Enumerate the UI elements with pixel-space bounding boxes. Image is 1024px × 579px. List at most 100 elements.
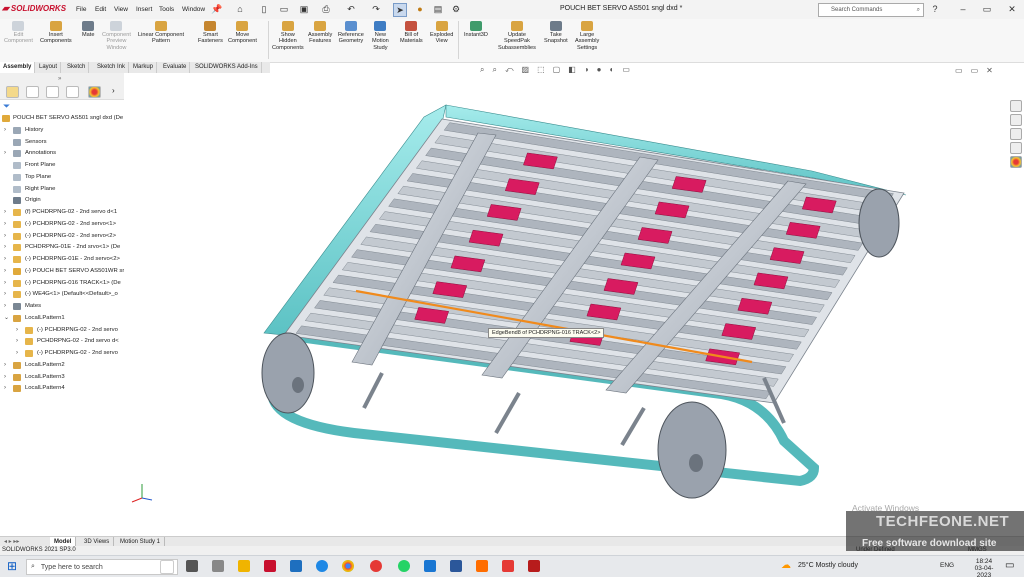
media-icon[interactable]: [476, 560, 488, 572]
expand-chevron-icon[interactable]: ›: [4, 360, 6, 371]
task-view-icon[interactable]: [186, 560, 198, 572]
display-manager-tab-icon[interactable]: [88, 86, 101, 98]
expand-chevron-icon[interactable]: ›: [4, 207, 6, 218]
filter-icon[interactable]: ⏷: [3, 101, 10, 112]
command-insert-components[interactable]: Insert Components: [40, 21, 72, 45]
conveyor-model-view[interactable]: [124, 73, 1024, 536]
menu-insert[interactable]: Insert: [136, 6, 152, 13]
cortana-icon[interactable]: [160, 560, 174, 574]
tab-solidworks-add-ins[interactable]: SOLIDWORKS Add-Ins: [192, 62, 262, 73]
weather-icon[interactable]: ☁: [781, 560, 791, 571]
apply-scene-icon[interactable]: ◐: [609, 65, 614, 77]
tab-sketch[interactable]: Sketch: [64, 62, 90, 73]
edit-appearance-icon[interactable]: ●: [597, 65, 602, 77]
view-palette-icon[interactable]: [1010, 142, 1022, 154]
open-folder-icon[interactable]: ▭: [278, 3, 290, 15]
command-exploded-view[interactable]: Exploded View: [430, 21, 453, 45]
tree-item[interactable]: ⌄ LocalLPattern1: [0, 313, 124, 324]
tree-item[interactable]: › (-) PCHDRPNG-02 - 2nd servo: [0, 325, 124, 336]
command-reference-geometry[interactable]: Reference Geometry: [338, 21, 364, 45]
tab-evaluate[interactable]: Evaluate: [160, 62, 191, 73]
zoom-to-fit-icon[interactable]: ⌕: [480, 65, 484, 77]
expand-chevron-icon[interactable]: ›: [4, 372, 6, 383]
language-indicator[interactable]: ENG: [940, 562, 954, 569]
expand-chevron-icon[interactable]: ›: [4, 219, 6, 230]
tab-layout[interactable]: Layout: [36, 62, 62, 73]
dimxpert-tab-icon[interactable]: [66, 86, 79, 98]
hide-show-items-icon[interactable]: ◑: [584, 65, 589, 77]
expand-chevron-icon[interactable]: ›: [4, 289, 6, 300]
view-settings-icon[interactable]: ▭: [622, 65, 630, 77]
solidworks-taskbar-icon[interactable]: [264, 560, 276, 572]
command-new-motion-study[interactable]: New Motion Study: [372, 21, 389, 51]
tree-item[interactable]: › (-) PCHDRPNG-02 - 2nd servo: [0, 348, 124, 359]
command-mate[interactable]: Mate: [82, 21, 94, 38]
expand-chevron-icon[interactable]: ›: [4, 278, 6, 289]
acrobat-icon[interactable]: [502, 560, 514, 572]
restore-button[interactable]: ▭: [980, 3, 994, 15]
property-manager-tab-icon[interactable]: [26, 86, 39, 98]
video-app-icon[interactable]: [528, 560, 540, 572]
new-document-icon[interactable]: ▯: [258, 3, 270, 15]
weather-text[interactable]: 25°C Mostly cloudy: [798, 562, 858, 569]
notifications-icon[interactable]: ▭: [1005, 560, 1014, 571]
command-edit-component[interactable]: Edit Component: [4, 21, 33, 45]
expand-chevron-icon[interactable]: ›: [4, 301, 6, 312]
tree-item[interactable]: › PCHDRPNG-01E - 2nd srvo<1> (De: [0, 242, 124, 253]
help-icon[interactable]: ?: [928, 3, 942, 15]
rebuild-icon[interactable]: ●: [414, 3, 426, 15]
command-component-preview-window[interactable]: Component Preview Window: [102, 21, 131, 51]
command-smart-fasteners[interactable]: Smart Fasteners: [198, 21, 223, 45]
section-view-icon[interactable]: ▨: [522, 65, 530, 77]
edge-icon[interactable]: [316, 560, 328, 572]
command-take-snapshot[interactable]: Take Snapshot: [544, 21, 568, 45]
view-orientation-icon[interactable]: ▢: [553, 65, 561, 77]
menu-edit[interactable]: Edit: [95, 6, 106, 13]
expand-chevron-icon[interactable]: ›: [16, 336, 18, 347]
tree-item[interactable]: Sensors: [0, 137, 124, 148]
expand-chevron-icon[interactable]: ›: [4, 125, 6, 136]
menu-view[interactable]: View: [114, 6, 128, 13]
redo-icon[interactable]: ↷: [370, 3, 382, 15]
tree-item[interactable]: › LocalLPattern2: [0, 360, 124, 371]
expand-chevron-icon[interactable]: ›: [4, 242, 6, 253]
file-explorer-icon[interactable]: [1010, 128, 1022, 140]
options-gear-icon[interactable]: ⚙: [450, 3, 462, 15]
resources-icon[interactable]: [1010, 100, 1022, 112]
select-arrow-icon[interactable]: ➤: [393, 3, 407, 17]
tree-item[interactable]: › (-) PCHDRPNG-01E - 2nd servo<2>: [0, 254, 124, 265]
tab-markup[interactable]: Markup: [130, 62, 158, 73]
home-icon[interactable]: ⌂: [234, 3, 246, 15]
expand-chevron-icon[interactable]: ›: [4, 254, 6, 265]
undo-icon[interactable]: ↶: [345, 3, 357, 15]
viewport-close-icon[interactable]: ✕: [986, 66, 993, 75]
expand-chevron-icon[interactable]: ›: [4, 231, 6, 242]
menu-file[interactable]: File: [76, 6, 86, 13]
expand-chevron-icon[interactable]: ›: [4, 148, 6, 159]
tree-item[interactable]: › (-) PCHDRPNG-02 - 2nd servo<1>: [0, 219, 124, 230]
tree-item[interactable]: › (-) POUCH BET SERVO AS501WR sr: [0, 266, 124, 277]
collapse-handle-icon[interactable]: »: [58, 76, 61, 82]
tree-item[interactable]: › LocalLPattern3: [0, 372, 124, 383]
file-properties-icon[interactable]: ▤: [432, 3, 444, 15]
previous-view-icon[interactable]: ⤺: [505, 65, 514, 77]
tree-item[interactable]: Right Plane: [0, 184, 124, 195]
taskbar-search-box[interactable]: ⌕ Type here to search: [26, 559, 178, 575]
tree-item[interactable]: › (-) WE4G<1> (Default<<Default>_o: [0, 289, 124, 300]
command-assembly-features[interactable]: Assembly Features: [308, 21, 332, 45]
opera-icon[interactable]: [370, 560, 382, 572]
tab-sketch-ink[interactable]: Sketch Ink: [94, 62, 130, 73]
menu-window[interactable]: Window: [182, 6, 205, 13]
display-style-icon[interactable]: ◧: [568, 65, 576, 77]
graphics-area[interactable]: [124, 73, 1024, 536]
more-tabs-chevron-icon[interactable]: ›: [112, 86, 115, 95]
zoom-area-icon[interactable]: ⌕: [492, 65, 496, 77]
tree-item[interactable]: › History: [0, 125, 124, 136]
file-explorer-taskbar-icon[interactable]: [238, 560, 250, 572]
tree-item[interactable]: › (f) PCHDRPNG-02 - 2nd servo d<1: [0, 207, 124, 218]
configuration-manager-tab-icon[interactable]: [46, 86, 59, 98]
expand-chevron-icon[interactable]: ⌄: [4, 313, 9, 324]
tree-item[interactable]: › Annotations: [0, 148, 124, 159]
tree-item[interactable]: › Mates: [0, 301, 124, 312]
tree-item[interactable]: › (-) PCHDRPNG-02 - 2nd servo<2>: [0, 231, 124, 242]
